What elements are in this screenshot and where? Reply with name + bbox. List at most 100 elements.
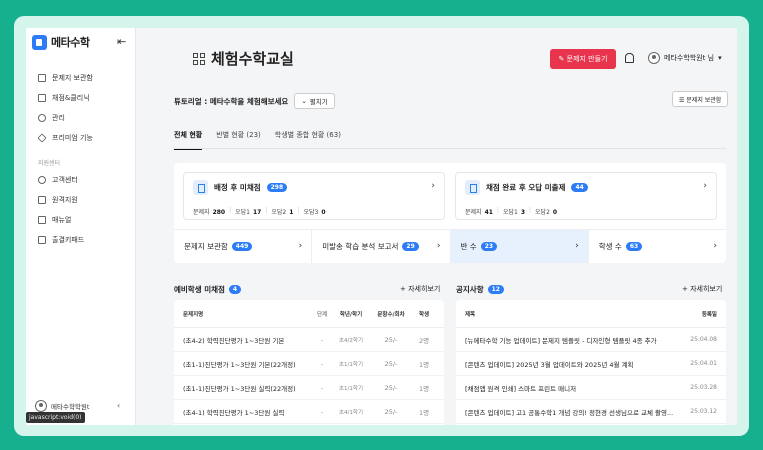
checklist-icon	[38, 94, 46, 102]
expand-button[interactable]: ⌄ 펼치기	[294, 93, 335, 109]
mini-card-library[interactable]: 문제지 보관함 449 ›	[174, 230, 313, 263]
mini-card-label: 미발송 학습 분석 보고서	[322, 242, 399, 251]
section-title-text: 공지사항	[456, 285, 484, 294]
chevron-right-icon: ›	[703, 181, 707, 191]
app-window: 메타수학 ⇤ 문제지 보관함 채점&클리닉 관리 프리미엄 기능 지원센터 고객…	[26, 28, 737, 425]
chevron-down-icon: ⌄	[301, 97, 307, 105]
sidebar-item-manual[interactable]: 매뉴얼	[26, 210, 136, 230]
book-icon	[38, 216, 46, 224]
chevron-left-icon[interactable]: ‹	[117, 401, 120, 410]
stat-item: 오답1 3	[502, 209, 525, 216]
sidebar-item-label: 문제지 보관함	[52, 74, 93, 82]
clipboard-icon	[465, 180, 480, 195]
tab-by-student[interactable]: 학생별 종합 현황 (63)	[275, 130, 341, 150]
ungraded-card[interactable]: 배정 후 미채점 298 › 문제지 280 | 오답1 17 | 오답2 1 | 오…	[183, 172, 445, 220]
pending-more-link[interactable]: + 자세히보기	[400, 284, 440, 294]
sidebar-user[interactable]: 메타수학학원t	[35, 400, 89, 412]
stat-item: 문제지 41	[465, 209, 493, 216]
sidebar-item-customer-center[interactable]: 고객센터	[26, 170, 136, 190]
sidebar-user-name: 메타수학학원t	[51, 403, 90, 411]
count-badge: 12	[487, 285, 504, 294]
caret-down-icon: ▾	[718, 54, 722, 62]
status-bar-url: javascript:void(0)	[26, 412, 85, 423]
mini-card-students[interactable]: 학생 수 63 ›	[589, 230, 726, 263]
avatar	[648, 52, 660, 64]
stat-item: 문제지 280	[193, 209, 226, 216]
sidebar-item-premium[interactable]: 프리미엄 기능	[26, 128, 136, 148]
page-title-text: 체험수학교실	[211, 50, 294, 68]
mini-card-classes[interactable]: 반 수 23 ›	[450, 230, 589, 263]
table-header: 제목 등록일	[456, 300, 726, 328]
chevron-right-icon: ›	[298, 241, 303, 251]
notice-more-link[interactable]: + 자세히보기	[682, 284, 722, 294]
count-badge: 4	[228, 285, 242, 294]
tab-by-class[interactable]: 반별 현황 (23)	[216, 130, 261, 150]
table-row[interactable]: [콘텐츠 업데이트] 고1 공통수학1 개념 강의! 정현경 선생님으로 교체 …	[456, 400, 726, 424]
sidebar-item-manage[interactable]: 관리	[26, 108, 136, 128]
count-badge: 449	[231, 242, 253, 251]
library-button[interactable]: ☰ 문제지 보관함	[672, 91, 729, 107]
divider: |	[265, 207, 268, 214]
mini-card-reports[interactable]: 미발송 학습 분석 보고서 29 ›	[312, 230, 451, 263]
chevron-right-icon: ›	[713, 241, 717, 251]
sidebar-item-label: 고객센터	[52, 176, 78, 184]
expand-button-label: 펼치기	[309, 98, 328, 106]
support-section-title: 지원센터	[38, 160, 61, 167]
users-icon	[38, 114, 46, 122]
card-header: 채점 완료 후 오답 미출제 44	[465, 180, 588, 195]
table-row[interactable]: (초4-1) 학력진단평가 1~3단원 실력 - 초4/1학기 25/- 1명	[174, 400, 444, 424]
divider: |	[297, 207, 300, 214]
mini-card-label: 반 수	[460, 242, 477, 251]
sidebar-nav: 문제지 보관함 채점&클리닉 관리 프리미엄 기능 지원센터 고객센터 원격지원…	[26, 68, 136, 250]
page-title: 체험수학교실	[193, 48, 294, 69]
notice-table: 제목 등록일 [뉴메타수학 기능 업데이트] 문제지 템플릿 - 디자인형 템플…	[456, 300, 726, 425]
card-title: 배정 후 미채점	[214, 183, 261, 192]
tutorial-bar: 튜토리얼 : 메타수학을 체험해보세요 ⌄ 펼치기	[174, 93, 335, 109]
count-badge: 63	[625, 242, 643, 251]
sidebar-item-label: 원격지원	[52, 196, 78, 204]
summary-panel: 배정 후 미채점 298 › 문제지 280 | 오답1 17 | 오답2 1 | 오…	[174, 163, 726, 263]
sidebar-item-grading[interactable]: 채점&클리닉	[26, 88, 136, 108]
calendar-icon	[38, 236, 46, 244]
divider: |	[229, 207, 232, 214]
table-row[interactable]: (초4-2) 학력진단평가 1~3단원 기본 - 초4/2학기 25/- 2명	[174, 328, 444, 352]
sidebar-item-library[interactable]: 문제지 보관함	[26, 68, 136, 88]
table-header: 문제지명 단계 학년/학기 문항수/회차 학생	[174, 300, 444, 328]
chevron-right-icon: ›	[431, 181, 435, 191]
sidebar-item-label: 채점&클리닉	[52, 94, 90, 102]
table-row[interactable]: [콘텐츠 업데이트] 2025년 3월 업데이트와 2025년 4월 계획 25…	[456, 352, 726, 376]
stat-item: 오답3 0	[303, 209, 326, 216]
stat-item: 오답2 0	[535, 209, 558, 216]
stat-item: 오답2 1	[271, 209, 294, 216]
make-worksheet-button[interactable]: ✎ 문제지 만들기	[550, 49, 616, 69]
mini-card-label: 문제지 보관함	[184, 242, 228, 251]
user-menu[interactable]: 메타수학학원t 님 ▾	[648, 52, 722, 64]
divider: |	[496, 207, 499, 214]
main-content: 체험수학교실 ✎ 문제지 만들기 메타수학학원t 님 ▾ 튜토리얼 : 메타수학…	[136, 28, 737, 425]
pending-title: 예비학생 미채점 4	[174, 284, 242, 295]
sidebar-item-label: 출결키패드	[52, 236, 85, 244]
logo[interactable]: 메타수학	[32, 34, 90, 50]
diamond-icon	[37, 133, 47, 143]
collapse-sidebar-icon[interactable]: ⇤	[117, 35, 126, 48]
notice-title: 공지사항 12	[456, 284, 504, 295]
sidebar-item-remote[interactable]: 원격지원	[26, 190, 136, 210]
tutorial-text: 튜토리얼 : 메타수학을 체험해보세요	[174, 96, 289, 106]
count-badge: 298	[266, 183, 288, 192]
bell-icon[interactable]	[625, 53, 634, 63]
table-row[interactable]: (초1-1)진단평가 1~3단원 기본(22개정) - 초1/1학기 25/- …	[174, 352, 444, 376]
tab-overall[interactable]: 전체 현황	[174, 130, 203, 150]
tab-bar: 전체 현황 반별 현황 (23) 학생별 종합 현황 (63)	[174, 130, 341, 150]
table-row[interactable]: [채점앱 원격 인쇄] 스마트 프린트 매니저 25.03.28	[456, 376, 726, 400]
logo-text: 메타수학	[51, 36, 90, 49]
table-row[interactable]: [뉴메타수학 기능 업데이트] 문제지 템플릿 - 디자인형 템플릿 4종 추가…	[456, 328, 726, 352]
count-badge: 29	[402, 242, 419, 251]
sidebar-item-attendance[interactable]: 출결키패드	[26, 230, 136, 250]
card-title: 채점 완료 후 오답 미출제	[486, 183, 566, 192]
wrong-answer-card[interactable]: 채점 완료 후 오답 미출제 44 › 문제지 41 | 오답1 3 | 오답2 0	[455, 172, 717, 220]
chevron-right-icon: ›	[575, 241, 579, 251]
document-icon	[38, 74, 46, 82]
headset-icon	[38, 176, 46, 184]
sidebar-item-label: 관리	[52, 114, 65, 122]
table-row[interactable]: (초1-1)진단평가 1~3단원 실력(22개정) - 초1/1학기 25/- …	[174, 376, 444, 400]
